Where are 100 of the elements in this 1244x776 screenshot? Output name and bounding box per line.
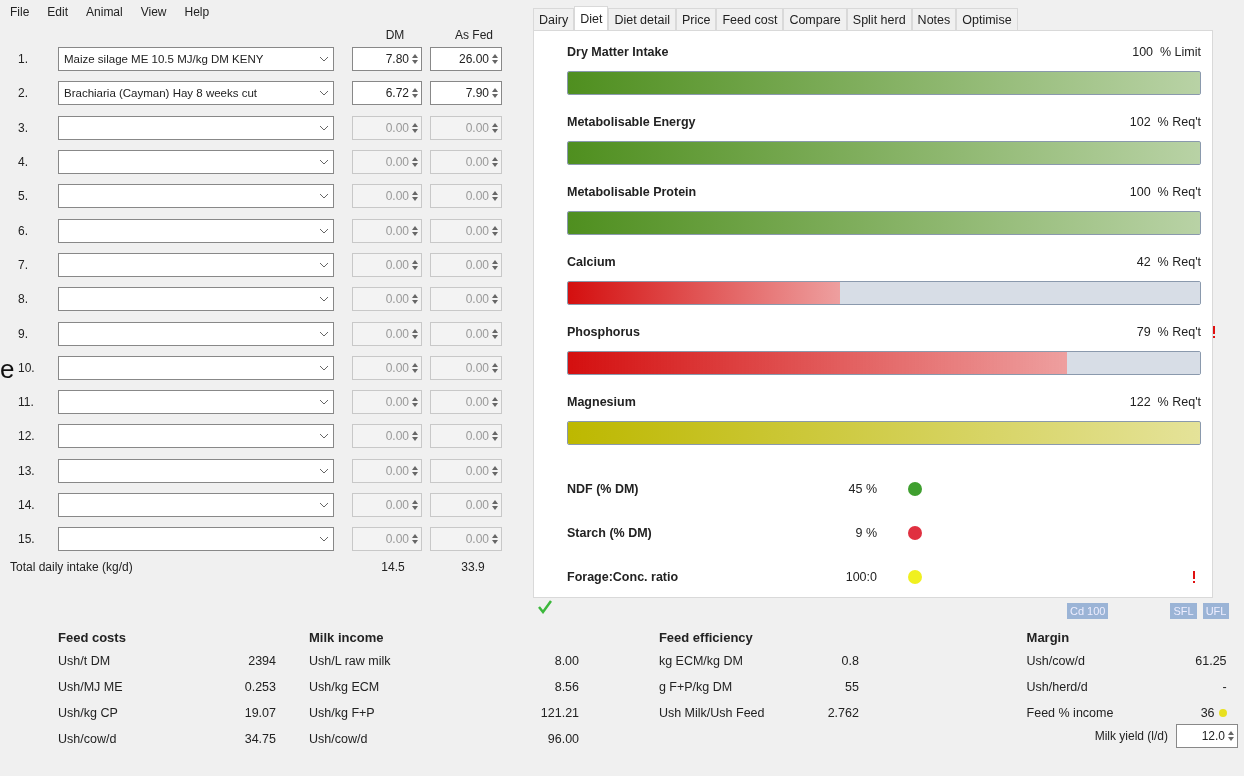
summary-value: 2394 (248, 654, 276, 668)
row-number: 13. (18, 463, 36, 478)
total-as-fed: 33.9 (460, 560, 486, 575)
feed-dropdown[interactable] (58, 321, 334, 346)
nutrient-name: Metabolisable Protein (567, 185, 697, 199)
nutrient-name: Dry Matter Intake (567, 45, 669, 59)
unit-badge[interactable]: Cd 100 (1067, 603, 1109, 619)
tab[interactable]: Split herd (846, 8, 912, 30)
unit-badge[interactable]: SFL (1170, 603, 1197, 619)
feed-dropdown[interactable] (58, 150, 334, 175)
summary-label: Ush/kg ECM (309, 680, 380, 694)
row-number: 2. (18, 86, 29, 101)
tab[interactable]: Diet (574, 6, 609, 30)
tab[interactable]: Dairy (533, 8, 575, 30)
summary-value: 61.25 (1195, 654, 1227, 668)
dropdown-chevron-icon[interactable] (319, 193, 329, 200)
feed-dropdown[interactable] (58, 252, 334, 277)
tab[interactable]: Notes (911, 8, 957, 30)
dropdown-chevron-icon[interactable] (319, 159, 329, 166)
dm-spinner[interactable]: 6.72 (352, 81, 422, 106)
menu-item[interactable]: View (140, 5, 167, 19)
tab[interactable]: Price (676, 8, 717, 30)
as-fed-spinner[interactable]: 7.90 (430, 81, 502, 106)
feed-dropdown[interactable] (58, 355, 334, 380)
feed-dropdown[interactable] (58, 493, 334, 517)
unit-badge[interactable]: UFL (1202, 603, 1230, 619)
dropdown-chevron-icon[interactable] (319, 296, 329, 303)
row-number: 14. (18, 498, 36, 512)
feed-dropdown[interactable] (58, 115, 334, 140)
summary-label: Ush/L raw milk (309, 654, 391, 668)
summary-label: Ush Milk/Ush Feed (658, 706, 765, 720)
nutrient-reading: 100 % Limit (1132, 45, 1201, 59)
nutrient-reading: 102 % Req't (1129, 115, 1201, 129)
feed-dropdown[interactable]: Brachiaria (Cayman) Hay 8 weeks cut (58, 81, 334, 106)
summary-value: - (1222, 680, 1227, 694)
menu-item[interactable]: Animal (86, 5, 123, 19)
summary-value: 36 (1200, 706, 1215, 720)
summary-value: 0.8 (841, 654, 859, 668)
indicator-value: 45 % (847, 482, 877, 496)
dropdown-chevron-icon[interactable] (319, 536, 329, 543)
feed-dropdown[interactable] (58, 287, 334, 312)
menu-item[interactable]: Edit (47, 5, 69, 19)
milk-yield-label: Milk yield (l/d) (1094, 729, 1168, 743)
row-number: 4. (18, 155, 29, 170)
summary-label: Ush/herd/d (1026, 680, 1088, 694)
nutrient-name: Calcium (567, 255, 616, 269)
summary-label: Ush/t DM (58, 654, 111, 668)
dropdown-chevron-icon[interactable] (319, 364, 329, 371)
section-title: Milk income (309, 628, 385, 647)
indicator-name: Forage:Conc. ratio (567, 570, 680, 584)
spin-arrows-icon[interactable] (1227, 729, 1235, 743)
row-number: 5. (18, 189, 29, 204)
summary-label: g F+P/kg DM (658, 680, 733, 694)
nutrient-reading: 100 % Req't (1129, 185, 1201, 199)
dropdown-chevron-icon[interactable] (319, 502, 329, 508)
row-number: 8. (18, 292, 29, 307)
dropdown-chevron-icon[interactable] (319, 261, 329, 268)
as-fed-spinner[interactable]: 26.00 (430, 47, 502, 72)
summary-label: Ush/cow/d (309, 732, 368, 746)
row-number: 6. (18, 223, 29, 238)
dropdown-chevron-icon[interactable] (319, 330, 329, 337)
summary-value: 2.762 (827, 706, 859, 720)
feed-dropdown[interactable] (58, 184, 334, 209)
dropdown-chevron-icon[interactable] (319, 433, 329, 440)
feed-dropdown[interactable] (58, 218, 334, 243)
summary-label: Ush/kg F+P (309, 706, 375, 720)
feed-dropdown[interactable] (58, 527, 334, 552)
dropdown-chevron-icon[interactable] (319, 56, 329, 63)
total-dm: 14.5 (380, 560, 406, 575)
summary-value: 96.00 (547, 732, 580, 746)
dropdown-chevron-icon[interactable] (319, 227, 329, 234)
stray-letter: e (0, 356, 15, 382)
dropdown-chevron-icon[interactable] (319, 467, 329, 474)
summary-label: Ush/MJ ME (58, 680, 123, 694)
dm-spinner[interactable]: 7.80 (352, 47, 422, 72)
menu-item[interactable]: Help (184, 5, 210, 19)
section-title: Feed efficiency (658, 628, 754, 647)
row-number: 9. (18, 326, 29, 341)
tab[interactable]: Optimise (956, 8, 1018, 30)
feed-dropdown[interactable] (58, 458, 334, 483)
feed-dropdown[interactable]: Maize silage ME 10.5 MJ/kg DM KENY (58, 47, 334, 72)
row-number: 15. (18, 532, 36, 547)
milk-yield-spinner[interactable]: 12.0 (1176, 724, 1238, 748)
indicator-value: 100:0 (844, 570, 877, 584)
tab[interactable]: Diet detail (608, 8, 676, 30)
nutrient-reading: 79 % Req't (1136, 325, 1201, 339)
summary-label: Feed % income (1026, 706, 1114, 720)
row-number: 1. (18, 52, 29, 67)
feed-dropdown[interactable] (58, 390, 334, 415)
tab[interactable]: Feed cost (716, 8, 784, 30)
menu-item[interactable]: File (10, 5, 30, 19)
feed-dropdown[interactable] (58, 424, 334, 449)
dropdown-chevron-icon[interactable] (319, 90, 329, 97)
tab[interactable]: Compare (783, 8, 847, 30)
summary-label: Ush/cow/d (58, 732, 117, 746)
summary-value: 19.07 (244, 706, 276, 720)
dropdown-chevron-icon[interactable] (319, 399, 329, 406)
nutrient-name: Phosphorus (567, 325, 640, 339)
summary-label: kg ECM/kg DM (658, 654, 743, 668)
dropdown-chevron-icon[interactable] (319, 124, 329, 131)
